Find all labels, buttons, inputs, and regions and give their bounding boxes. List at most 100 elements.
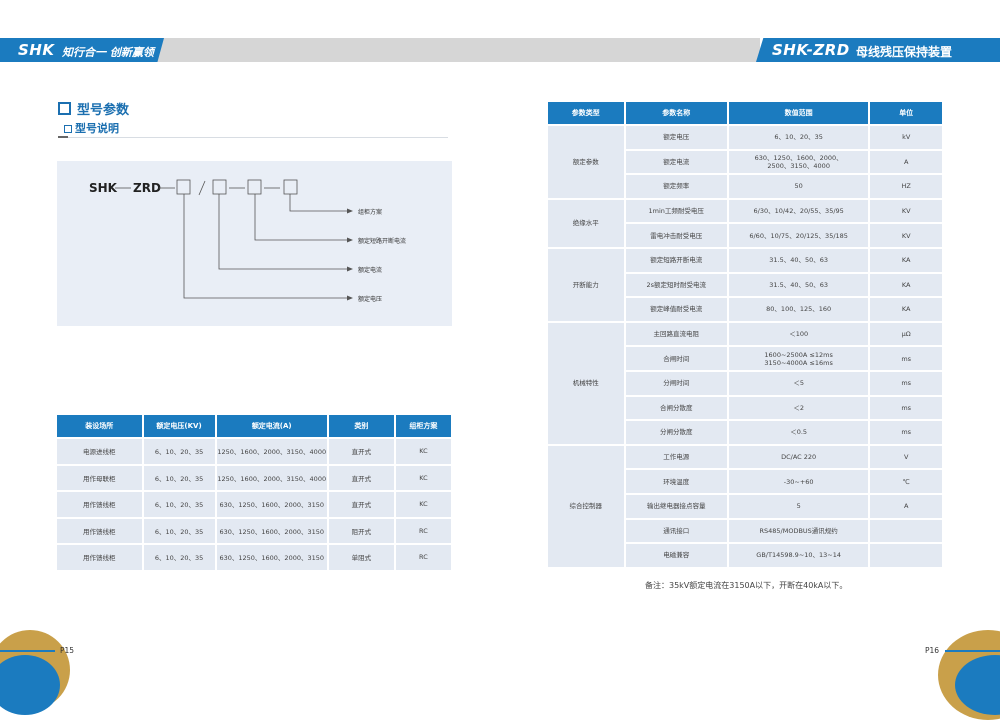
param-unit: ms — [870, 347, 942, 370]
installation-table: 装设场所 额定电压(KV) 额定电流(A) 类别 组柜方案 电源进线柜 6、10… — [55, 413, 453, 572]
param-name: 主回路直流电阻 — [625, 322, 727, 346]
parameter-table-body: 额定参数 额定电压 6、10、20、35 kV 额定电流 630、1250、1600、20… — [548, 126, 942, 567]
param-unit: ms — [870, 371, 942, 395]
param-name: 1min工频耐受电压 — [625, 199, 727, 223]
param-category: 开断能力 — [548, 248, 624, 321]
table-cell: 用作馈线柜 — [57, 492, 142, 517]
section-title: 型号参数 — [58, 99, 129, 118]
param-value: RS485/MODBUS通讯规约 — [728, 519, 869, 543]
table-cell: KC — [395, 465, 451, 490]
param-name: 电磁兼容 — [625, 544, 727, 567]
param-name: 分闸分散度 — [625, 421, 727, 444]
param-value: 630、1250、1600、2000、 2500、3150、4000 — [728, 150, 869, 174]
param-unit: A — [870, 494, 942, 518]
table-cell: 1250、1600、2000、3150、4000 — [216, 439, 327, 464]
param-unit: V — [870, 445, 942, 469]
square-bullet-icon — [64, 125, 72, 133]
param-category: 额定参数 — [548, 126, 624, 198]
diagram-label-scheme: 组柜方案 — [358, 209, 383, 216]
param-value: 6/60、10/75、20/125、35/185 — [728, 224, 869, 247]
param-value: 50 — [728, 175, 869, 198]
table-cell: 直开式 — [328, 465, 394, 490]
param-name: 输出继电器接点容量 — [625, 494, 727, 518]
section-subtitle: 型号说明 — [64, 120, 119, 136]
section-divider-tick — [58, 136, 68, 138]
col-header-value-range: 数值范围 — [728, 102, 869, 124]
table-cell: 直开式 — [328, 439, 394, 464]
table-row: 绝缘水平 1min工频耐受电压 6/30、10/42、20/55、35/95 KV — [548, 199, 942, 247]
table-cell: 阻开式 — [328, 518, 394, 543]
table-cell: 630、1250、1600、2000、3150 — [216, 518, 327, 543]
param-unit: ms — [870, 421, 942, 444]
table-cell: 用作馈线柜 — [57, 518, 142, 543]
param-name: 工作电源 — [625, 445, 727, 469]
header-bar-right-gray — [500, 38, 760, 62]
param-value: ＜100 — [728, 322, 869, 346]
table-cell: 用作母联柜 — [57, 465, 142, 490]
param-unit: μΩ — [870, 322, 942, 346]
diagram-label-rated-voltage: 额定电压 — [358, 296, 383, 303]
param-unit — [870, 544, 942, 567]
header-bar-left-gray — [148, 38, 501, 62]
param-value: ＜2 — [728, 396, 869, 420]
col-header-param-type: 参数类型 — [548, 102, 624, 124]
table-row: 机械特性 主回路直流电阻 ＜100 μΩ — [548, 322, 942, 444]
param-value: 5 — [728, 494, 869, 518]
model-code-diagram: SHK ZRD 组柜方案 额定短路开断电流 额定电流 额定电压 — [57, 161, 452, 326]
param-name: 合闸分散度 — [625, 396, 727, 420]
brand-slogan: 知行合一 创新赢领 — [62, 46, 154, 59]
param-category: 机械特性 — [548, 322, 624, 444]
col-header-location: 装设场所 — [57, 415, 142, 437]
table-row: 综合控制器 工作电源 DC/AC 220 V — [548, 445, 942, 567]
param-name: 额定频率 — [625, 175, 727, 198]
param-unit: KA — [870, 273, 942, 297]
footer-decoration-left-blue — [0, 655, 60, 715]
param-value: ＜5 — [728, 371, 869, 395]
table-cell: 630、1250、1600、2000、3150 — [216, 492, 327, 517]
param-unit — [870, 519, 942, 543]
table-row: 开断能力 额定短路开断电流 31.5、40、50、63 KA — [548, 248, 942, 321]
table-note: 备注：35kV额定电流在3150A以下，开断在40kA以下。 — [645, 581, 848, 590]
diagram-label-rated-current: 额定电流 — [358, 267, 383, 274]
table-cell: 6、10、20、35 — [143, 518, 215, 543]
param-name: 合闸时间 — [625, 347, 727, 370]
table-row: 用作母联柜 6、10、20、35 1250、1600、2000、3150、400… — [57, 465, 451, 490]
col-header-unit: 单位 — [870, 102, 942, 124]
table-cell: 直开式 — [328, 492, 394, 517]
param-name: 额定峰值耐受电流 — [625, 298, 727, 321]
product-title: 母线残压保持装置 — [856, 45, 953, 59]
param-value: ＜0.5 — [728, 421, 869, 444]
param-unit: KA — [870, 298, 942, 321]
col-header-type: 类别 — [328, 415, 394, 437]
col-header-current: 额定电流(A) — [216, 415, 327, 437]
param-value: 31.5、40、50、63 — [728, 248, 869, 272]
param-unit: HZ — [870, 175, 942, 198]
col-header-param-name: 参数名称 — [625, 102, 727, 124]
param-value: 31.5、40、50、63 — [728, 273, 869, 297]
parameter-table: 参数类型 参数名称 数值范围 单位 额定参数 额定电压 6、10、20、35 kV 额定… — [546, 100, 944, 569]
param-value: 6/30、10/42、20/55、35/95 — [728, 199, 869, 223]
param-unit: KV — [870, 199, 942, 223]
param-value: 80、100、125、160 — [728, 298, 869, 321]
param-name: 2s额定短时耐受电流 — [625, 273, 727, 297]
param-value: -30~+60 — [728, 470, 869, 493]
param-name: 额定电流 — [625, 150, 727, 174]
param-category: 综合控制器 — [548, 445, 624, 567]
param-value: DC/AC 220 — [728, 445, 869, 469]
table-cell: 单阻式 — [328, 545, 394, 570]
table-row: 电源进线柜 6、10、20、35 1250、1600、2000、3150、400… — [57, 439, 451, 464]
table-cell: 6、10、20、35 — [143, 465, 215, 490]
table-cell: RC — [395, 518, 451, 543]
table-row: 用作馈线柜 6、10、20、35 630、1250、1600、2000、3150… — [57, 518, 451, 543]
col-header-voltage: 额定电压(KV) — [143, 415, 215, 437]
footer-line-left — [0, 650, 55, 652]
param-value: 6、10、20、35 — [728, 126, 869, 149]
table-cell: 630、1250、1600、2000、3150 — [216, 545, 327, 570]
param-name: 额定短路开断电流 — [625, 248, 727, 272]
footer-line-right — [945, 650, 1000, 652]
param-unit: KV — [870, 224, 942, 247]
table-row: 额定参数 额定电压 6、10、20、35 kV — [548, 126, 942, 198]
table-cell: KC — [395, 439, 451, 464]
table-cell: 1250、1600、2000、3150、4000 — [216, 465, 327, 490]
param-unit: KA — [870, 248, 942, 272]
